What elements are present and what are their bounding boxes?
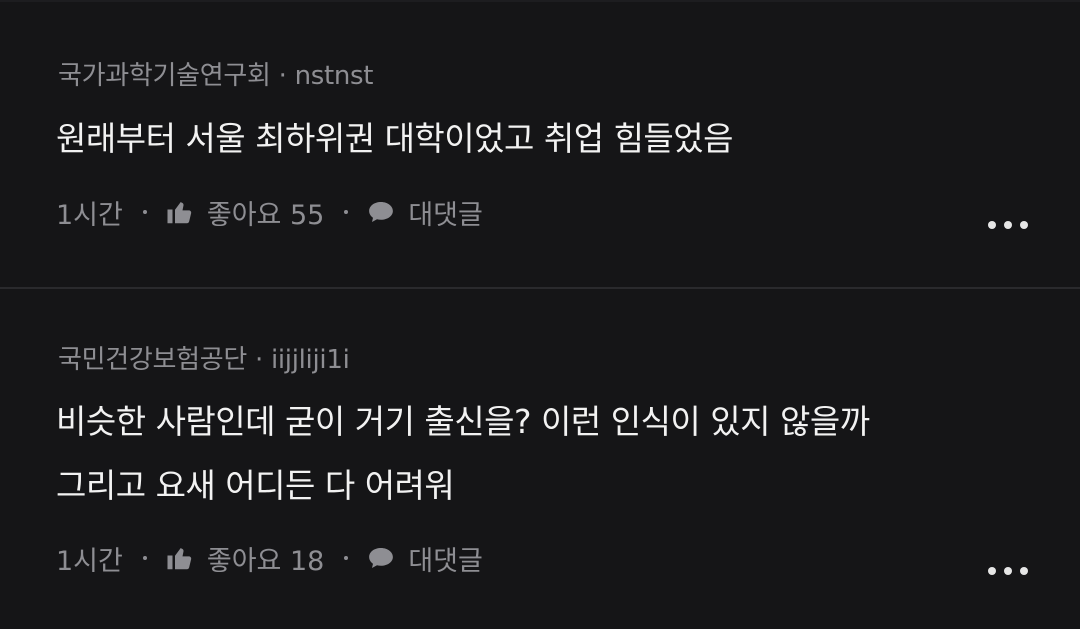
- author-username[interactable]: iijjliji1i: [271, 345, 350, 375]
- more-dot: [1004, 567, 1012, 575]
- like-count-label: 좋아요 18: [206, 545, 325, 577]
- reply-label: 대댓글: [408, 199, 483, 231]
- like-button[interactable]: 좋아요 55: [165, 193, 324, 232]
- more-dot: [988, 221, 996, 229]
- comment-author-line: 국가과학기술연구회 · nstnst: [58, 55, 374, 92]
- more-dot: [1020, 221, 1028, 229]
- dot-separator: [142, 556, 147, 560]
- comment-author-line: 국민건강보험공단 · iijjliji1i: [58, 339, 350, 376]
- dot-separator: [142, 210, 147, 214]
- comment-actions: 1시간 좋아요 18 대댓글: [56, 538, 483, 578]
- thumbs-up-icon: [165, 197, 195, 227]
- meta-separator: ·: [278, 61, 287, 91]
- reply-button[interactable]: 대댓글: [366, 539, 483, 578]
- more-dot: [1004, 221, 1012, 229]
- thumbs-up-icon: [165, 543, 195, 573]
- meta-separator: ·: [254, 345, 263, 375]
- comment-text-line: 비슷한 사람인데 굳이 거기 출신을? 이런 인식이 있지 않을까: [56, 402, 870, 441]
- comment-time: 1시간: [56, 545, 123, 577]
- dot-separator: [344, 556, 349, 560]
- author-organization[interactable]: 국가과학기술연구회: [58, 61, 271, 91]
- author-username[interactable]: nstnst: [295, 61, 374, 91]
- comment-text: 비슷한 사람인데 굳이 거기 출신을? 이런 인식이 있지 않을까 그리고 요새…: [56, 390, 1046, 518]
- comment-actions: 1시간 좋아요 55 대댓글: [56, 192, 483, 232]
- more-dot: [1020, 567, 1028, 575]
- more-dot: [988, 567, 996, 575]
- reply-button[interactable]: 대댓글: [366, 193, 483, 232]
- comment-text-line: 원래부터 서울 최하위권 대학이었고 취업 힘들었음: [56, 119, 734, 158]
- speech-bubble-icon: [366, 543, 396, 573]
- comment-item: 국민건강보험공단 · iijjliji1i 비슷한 사람인데 굳이 거기 출신을? …: [0, 289, 1080, 629]
- speech-bubble-icon: [366, 197, 396, 227]
- comment-text: 원래부터 서울 최하위권 대학이었고 취업 힘들었음: [56, 107, 1046, 171]
- more-horizontal-icon[interactable]: [988, 564, 1028, 578]
- dot-separator: [344, 210, 349, 214]
- like-button[interactable]: 좋아요 18: [165, 539, 324, 578]
- like-count-label: 좋아요 55: [206, 199, 325, 231]
- reply-label: 대댓글: [408, 545, 483, 577]
- comment-time: 1시간: [56, 199, 123, 231]
- more-horizontal-icon[interactable]: [988, 218, 1028, 232]
- comment-item: 국가과학기술연구회 · nstnst 원래부터 서울 최하위권 대학이었고 취업 힘…: [0, 0, 1080, 287]
- author-organization[interactable]: 국민건강보험공단: [58, 345, 247, 375]
- comment-text-line: 그리고 요새 어디든 다 어려워: [56, 466, 455, 505]
